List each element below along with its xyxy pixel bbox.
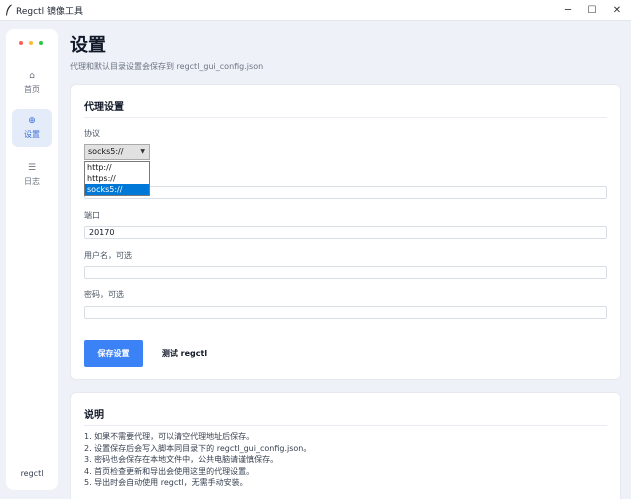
protocol-select-value: socks5://	[88, 147, 124, 156]
green-dot-icon	[39, 41, 43, 45]
home-icon: ⌂	[29, 71, 35, 81]
yellow-dot-icon	[29, 41, 33, 45]
proxy-settings-title: 代理设置	[84, 102, 124, 113]
list-item: 2. 设置保存后会写入脚本同目录下的 regctl_gui_config.jso…	[84, 443, 312, 453]
list-item: 4. 首页检查更新和导出会使用这里的代理设置。	[84, 466, 255, 476]
protocol-option-socks5[interactable]: socks5://	[85, 184, 149, 195]
notes-title: 说明	[84, 410, 104, 421]
feather-icon	[6, 4, 12, 16]
window-titlebar: Regctl 镜像工具 ─ ☐ ✕	[0, 0, 631, 21]
password-label: 密码，可选	[84, 290, 124, 299]
close-button[interactable]: ✕	[603, 0, 631, 21]
chevron-down-icon: ▼	[140, 148, 145, 155]
menu-icon: ☰	[27, 163, 37, 173]
username-input[interactable]	[84, 266, 607, 279]
proxy-settings-card: 代理设置 协议 socks5:// ▼ http:// https:// soc…	[70, 84, 621, 380]
port-label: 端口	[84, 211, 100, 220]
protocol-select[interactable]: socks5:// ▼	[84, 144, 150, 160]
sidebar-item-logs[interactable]: ☰ 日志	[12, 156, 52, 194]
maximize-button[interactable]: ☐	[578, 0, 606, 21]
sidebar-item-label: 日志	[24, 177, 40, 186]
sidebar-footer: regctl	[20, 469, 44, 478]
username-label: 用户名，可选	[84, 251, 132, 260]
sidebar-item-label: 设置	[24, 130, 40, 139]
page-subtitle: 代理和默认目录设置会保存到 regctl_gui_config.json	[70, 62, 264, 71]
notes-card: 说明 1. 如果不需要代理，可以清空代理地址后保存。 2. 设置保存后会写入脚本…	[70, 392, 621, 499]
sidebar-item-settings[interactable]: ⊕ 设置	[12, 109, 52, 147]
notes-list: 1. 如果不需要代理，可以清空代理地址后保存。 2. 设置保存后会写入脚本同目录…	[84, 431, 311, 489]
test-regctl-button[interactable]: 测试 regctl	[151, 340, 218, 367]
list-item: 1. 如果不需要代理，可以清空代理地址后保存。	[84, 432, 255, 441]
sidebar-item-home[interactable]: ⌂ 首页	[12, 64, 52, 102]
sidebar-item-label: 首页	[24, 85, 40, 94]
protocol-option-https[interactable]: https://	[85, 173, 149, 184]
divider	[84, 425, 607, 426]
list-item: 3. 密码也会保存在本地文件中，公共电脑请谨慎保存。	[84, 455, 279, 464]
window-title: Regctl 镜像工具	[16, 7, 83, 17]
port-input[interactable]	[84, 226, 607, 239]
traffic-lights	[19, 41, 43, 45]
red-dot-icon	[19, 41, 23, 45]
page-title: 设置	[70, 35, 106, 56]
save-settings-button[interactable]: 保存设置	[84, 340, 143, 367]
sidebar: ⌂ 首页 ⊕ 设置 ☰ 日志 regctl	[6, 29, 58, 490]
divider	[84, 117, 607, 118]
protocol-option-http[interactable]: http://	[85, 162, 149, 173]
settings-icon: ⊕	[28, 116, 36, 126]
protocol-dropdown: http:// https:// socks5://	[84, 161, 150, 196]
protocol-label: 协议	[84, 129, 100, 138]
password-input[interactable]	[84, 306, 607, 319]
list-item: 5. 导出时会自动使用 regctl，无需手动安装。	[84, 478, 248, 487]
proxy-host-input[interactable]	[84, 186, 607, 199]
